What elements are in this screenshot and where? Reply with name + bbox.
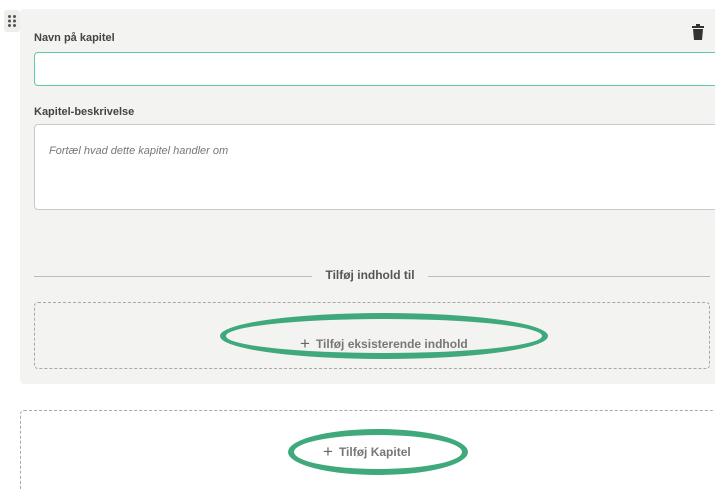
chapter-description-input[interactable]: [34, 124, 715, 210]
plus-icon: +: [300, 334, 310, 353]
chapter-name-label: Navn på kapitel: [34, 32, 115, 44]
drag-handle[interactable]: [4, 10, 20, 32]
add-chapter-button[interactable]: + Tilføj Kapitel: [323, 443, 411, 460]
chapter-name-input[interactable]: [34, 52, 715, 86]
add-existing-content-button[interactable]: + Tilføj eksisterende indhold: [300, 335, 468, 352]
divider-line-right: [428, 276, 710, 277]
divider-line-left: [34, 276, 312, 277]
chapter-editor: Navn på kapitel Kapitel-beskrivelse Tilf…: [0, 0, 715, 489]
chapter-card: Navn på kapitel Kapitel-beskrivelse Tilf…: [20, 9, 715, 384]
chapter-description-label: Kapitel-beskrivelse: [34, 106, 135, 118]
plus-icon: +: [323, 442, 333, 461]
add-content-divider-label: Tilføj indhold til: [325, 268, 415, 282]
add-chapter-label: Tilføj Kapitel: [338, 444, 411, 459]
trash-icon: [692, 24, 704, 40]
drag-handle-icon: [8, 15, 16, 27]
add-existing-content-label: Tilføj eksisterende indhold: [315, 336, 468, 351]
delete-chapter-button[interactable]: [692, 24, 708, 42]
